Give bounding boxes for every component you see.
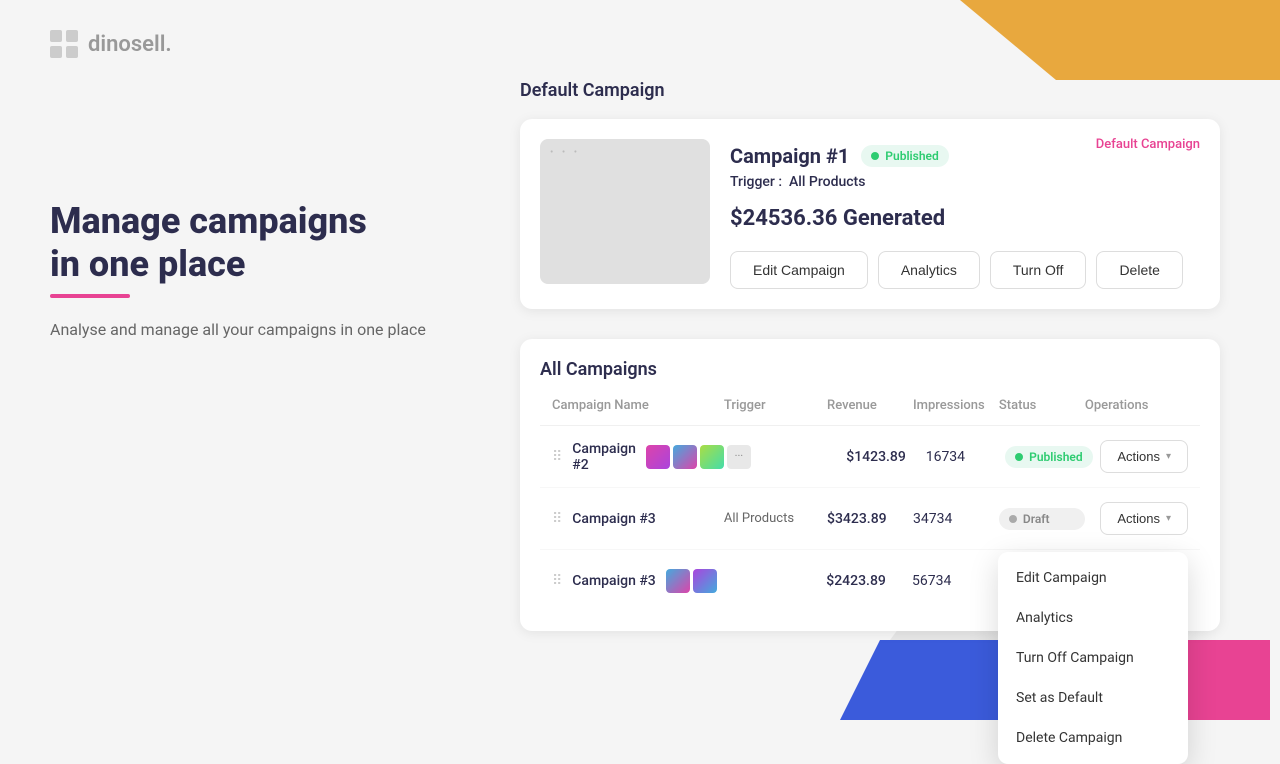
cell-operations-2: Actions ▾ Edit Campaign Analytics Turn O…	[1085, 502, 1188, 535]
actions-dropdown: Edit Campaign Analytics Turn Off Campaig…	[998, 552, 1188, 764]
table-header: Campaign Name Trigger Revenue Impression…	[540, 398, 1200, 426]
header-name: Campaign Name	[552, 398, 724, 413]
turn-off-button[interactable]: Turn Off	[990, 251, 1087, 289]
hero-section: Manage campaigns in one place Analyse an…	[50, 200, 430, 342]
avatar-thumb-3	[700, 445, 724, 469]
actions-button-2[interactable]: Actions ▾	[1100, 502, 1188, 535]
cell-operations-1: Actions ▾	[1093, 440, 1188, 473]
cell-impressions-3: 56734	[912, 573, 998, 589]
header-revenue: Revenue	[827, 398, 913, 413]
cell-impressions-1: 16734	[926, 449, 1005, 465]
cell-status-2: Draft	[999, 508, 1085, 530]
cell-revenue-3: $2423.89	[826, 573, 912, 589]
status-badge-published: Published	[861, 145, 948, 167]
status-badge-1: Published	[1005, 446, 1092, 468]
status-dot-1	[1015, 453, 1023, 461]
status-dot	[871, 152, 879, 160]
default-campaign-title: Default Campaign	[520, 80, 1220, 101]
all-campaigns-section: All Campaigns Campaign Name Trigger Reve…	[520, 339, 1220, 631]
header-impressions: Impressions	[913, 398, 999, 413]
hero-accent-line	[50, 294, 130, 298]
campaign-info: Campaign #1 Published Trigger : All Prod…	[730, 139, 1200, 289]
thumb-group-1: ···	[646, 445, 751, 469]
cell-impressions-2: 34734	[913, 511, 999, 527]
analytics-button[interactable]: Analytics	[878, 251, 980, 289]
cell-name-3: ⠿ Campaign #3	[552, 569, 723, 593]
avatar-thumb-3b	[693, 569, 717, 593]
status-badge-draft: Draft	[999, 508, 1085, 530]
action-buttons: Edit Campaign Analytics Turn Off Delete	[730, 251, 1200, 289]
cell-status-1: Published	[1005, 446, 1092, 468]
dropdown-turn-off[interactable]: Turn Off Campaign	[998, 638, 1188, 678]
drag-handle-3: ⠿	[552, 573, 564, 589]
drag-handle-2: ⠿	[552, 511, 564, 527]
drag-handle-1: ⠿	[552, 449, 564, 465]
dropdown-edit[interactable]: Edit Campaign	[998, 558, 1188, 598]
chevron-down-icon: ▾	[1166, 451, 1171, 462]
dropdown-analytics[interactable]: Analytics	[998, 598, 1188, 638]
revenue-text: $24536.36 Generated	[730, 206, 1200, 231]
cell-name-2: ⠿ Campaign #3	[552, 511, 724, 527]
campaign-thumbnail	[540, 139, 710, 284]
thumb-group-3	[666, 569, 717, 593]
trigger-row: Trigger : All Products	[730, 174, 1200, 190]
header-status: Status	[999, 398, 1085, 413]
avatar-more: ···	[727, 445, 751, 469]
default-campaign-card: Default Campaign Campaign #1 Published T…	[520, 119, 1220, 309]
actions-button-1[interactable]: Actions ▾	[1100, 440, 1188, 473]
avatar-thumb-1	[646, 445, 670, 469]
default-badge: Default Campaign	[1096, 137, 1200, 152]
cell-name-1: ⠿ Campaign #2 ···	[552, 441, 751, 473]
edit-campaign-button[interactable]: Edit Campaign	[730, 251, 868, 289]
table-row: ⠿ Campaign #2 ··· $1423.89 16734 Publish…	[540, 426, 1200, 488]
hero-title: Manage campaigns in one place	[50, 200, 430, 286]
delete-button[interactable]: Delete	[1096, 251, 1182, 289]
cell-trigger-2: All Products	[724, 511, 827, 526]
status-dot-draft	[1009, 515, 1017, 523]
cell-revenue-2: $3423.89	[827, 511, 913, 527]
cell-revenue-1: $1423.89	[846, 449, 925, 465]
dropdown-set-default[interactable]: Set as Default	[998, 678, 1188, 718]
dropdown-delete[interactable]: Delete Campaign	[998, 718, 1188, 758]
all-campaigns-title: All Campaigns	[540, 359, 1200, 380]
hero-description: Analyse and manage all your campaigns in…	[50, 318, 430, 342]
campaign-card-inner: Campaign #1 Published Trigger : All Prod…	[540, 139, 1200, 289]
status-label: Published	[885, 149, 938, 163]
table-row: ⠿ Campaign #3 All Products $3423.89 3473…	[540, 488, 1200, 550]
main-content: Default Campaign Default Campaign Campai…	[490, 50, 1250, 661]
campaign-name: Campaign #1	[730, 144, 849, 168]
header-operations: Operations	[1085, 398, 1188, 413]
logo-text: dinosell.	[88, 32, 172, 57]
header-trigger: Trigger	[724, 398, 827, 413]
avatar-thumb-2	[673, 445, 697, 469]
avatar-thumb-3a	[666, 569, 690, 593]
logo-icon	[50, 30, 78, 58]
chevron-down-icon-2: ▾	[1166, 513, 1171, 524]
logo: dinosell.	[50, 30, 172, 58]
